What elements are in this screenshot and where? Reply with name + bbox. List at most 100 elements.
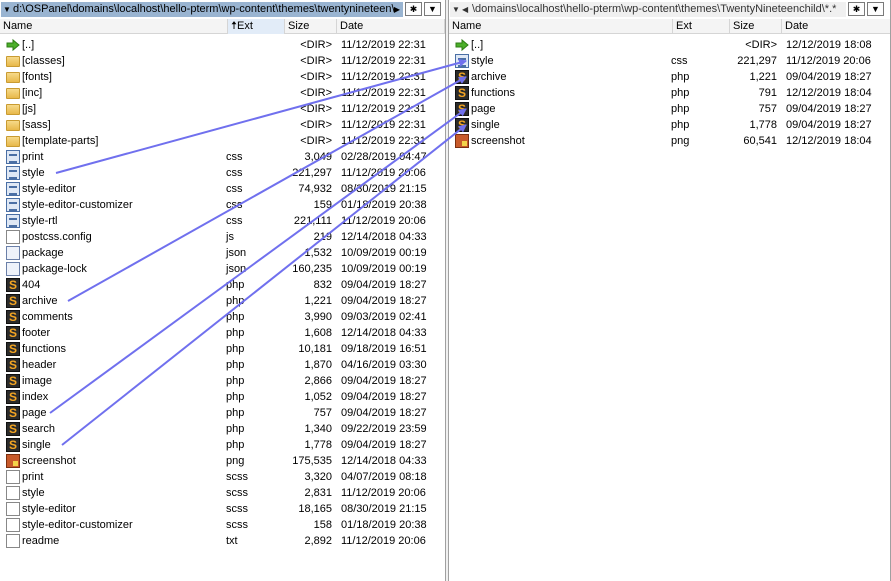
file-row[interactable]: print scss 3,320 04/07/2019 08:18: [0, 469, 445, 485]
column-date[interactable]: Date: [337, 19, 445, 34]
php-file-icon: S: [6, 310, 20, 324]
column-size[interactable]: Size: [285, 19, 337, 34]
column-ext-sorted[interactable]: 🠅Ext: [228, 19, 285, 34]
column-name[interactable]: Name: [449, 19, 673, 34]
file-row[interactable]: Sindex php 1,052 09/04/2019 18:27: [0, 389, 445, 405]
file-size: 221,297: [737, 55, 777, 67]
file-name: single: [471, 119, 500, 131]
php-file-icon: S: [455, 118, 469, 132]
folder-icon: [6, 120, 20, 131]
chevron-down-icon[interactable]: ▼: [3, 5, 13, 14]
file-row[interactable]: [..] <DIR> 11/12/2019 22:31: [0, 37, 445, 53]
file-row[interactable]: [fonts] <DIR> 11/12/2019 22:31: [0, 69, 445, 85]
file-size: 160,235: [292, 263, 332, 275]
file-row[interactable]: Sheader php 1,870 04/16/2019 03:30: [0, 357, 445, 373]
file-row[interactable]: [sass] <DIR> 11/12/2019 22:31: [0, 117, 445, 133]
file-row[interactable]: [..] <DIR> 12/12/2019 18:08: [449, 37, 890, 53]
right-path-bar: ▼ ◀ \domains\localhost\hello-pterm\wp-co…: [450, 1, 884, 17]
file-row[interactable]: style-rtl css 221,111 11/12/2019 20:06: [0, 213, 445, 229]
file-name: page: [471, 103, 496, 115]
file-row[interactable]: Sfunctions php 10,181 09/18/2019 16:51: [0, 341, 445, 357]
file-row[interactable]: style-editor-customizer css 159 01/18/2019 …: [0, 197, 445, 213]
file-ext: css: [226, 215, 243, 227]
file-ext: php: [226, 423, 245, 435]
file-row[interactable]: postcss.config js 219 12/14/2018 04:33: [0, 229, 445, 245]
column-name[interactable]: Name: [0, 19, 228, 34]
file-row[interactable]: Sfunctions php 791 12/12/2019 18:04: [449, 85, 890, 101]
file-name: style-rtl: [22, 215, 58, 227]
file-row[interactable]: Sfooter php 1,608 12/14/2018 04:33: [0, 325, 445, 341]
file-row[interactable]: Simage php 2,866 09/04/2019 18:27: [0, 373, 445, 389]
file-row[interactable]: Ssearch php 1,340 09/22/2019 23:59: [0, 421, 445, 437]
left-history-button[interactable]: ▼: [424, 2, 441, 16]
file-name: header: [22, 359, 57, 371]
file-ext: js: [226, 231, 234, 243]
file-date: 12/14/2018 04:33: [341, 231, 427, 243]
txt-file-icon: [6, 534, 20, 548]
left-favorites-button[interactable]: ✱: [405, 2, 422, 16]
file-ext: css: [226, 199, 243, 211]
file-date: 11/12/2019 22:31: [341, 39, 426, 51]
file-date: 10/09/2019 00:19: [341, 263, 427, 275]
file-size: <DIR>: [300, 71, 332, 83]
scss-file-icon: [6, 486, 20, 500]
file-ext: css: [226, 183, 243, 195]
file-row[interactable]: screenshot png 60,541 12/12/2019 18:04: [449, 133, 890, 149]
file-ext: php: [671, 103, 690, 115]
file-row[interactable]: style scss 2,831 11/12/2019 20:06: [0, 485, 445, 501]
file-row[interactable]: S 404 php 832 09/04/2019 18:27: [0, 277, 445, 293]
folder-icon: [6, 56, 20, 67]
file-row[interactable]: style css 221,297 11/12/2019 20:06: [0, 165, 445, 181]
file-name: functions: [471, 87, 516, 99]
column-date[interactable]: Date: [782, 19, 891, 34]
file-row[interactable]: package-lock json 160,235 10/09/2019 00:19: [0, 261, 445, 277]
file-size: <DIR>: [300, 39, 332, 51]
column-ext[interactable]: Ext: [673, 19, 730, 34]
left-path-field[interactable]: ▼ d:\OSPanel\domains\localhost\hello-pte…: [1, 1, 403, 17]
php-file-icon: S: [6, 422, 20, 436]
file-date: 12/12/2019 18:08: [786, 39, 872, 51]
json-file-icon: [6, 262, 20, 276]
file-size: 10,181: [298, 343, 332, 355]
file-row[interactable]: [js] <DIR> 11/12/2019 22:31: [0, 101, 445, 117]
file-row[interactable]: Sarchive php 1,221 09/04/2019 18:27: [449, 69, 890, 85]
right-history-button[interactable]: ▼: [867, 2, 884, 16]
file-name: [template-parts]: [22, 135, 99, 147]
file-date: 11/12/2019 22:31: [341, 119, 426, 131]
file-size: 60,541: [743, 135, 777, 147]
column-size[interactable]: Size: [730, 19, 782, 34]
file-row[interactable]: print css 3,049 02/28/2019 04:47: [0, 149, 445, 165]
php-file-icon: S: [455, 86, 469, 100]
right-file-list: [..] <DIR> 12/12/2019 18:08 style css 221,297…: [449, 37, 890, 149]
file-row[interactable]: screenshot png 175,535 12/14/2018 04:33: [0, 453, 445, 469]
file-row[interactable]: Spage php 757 09/04/2019 18:27: [449, 101, 890, 117]
file-name: style-editor-customizer: [22, 199, 133, 211]
file-row[interactable]: readme txt 2,892 11/12/2019 20:06: [0, 533, 445, 549]
file-row[interactable]: Ssingle php 1,778 09/04/2019 18:27: [0, 437, 445, 453]
file-name: single: [22, 439, 51, 451]
css-file-icon: [6, 182, 20, 196]
file-row[interactable]: package json 1,532 10/09/2019 00:19: [0, 245, 445, 261]
file-row[interactable]: style-editor css 74,932 08/30/2019 21:15: [0, 181, 445, 197]
file-name: print: [22, 151, 44, 163]
file-size: 1,221: [304, 295, 332, 307]
file-date: 04/07/2019 08:18: [341, 471, 427, 483]
file-ext: php: [226, 311, 245, 323]
right-path-field[interactable]: ▼ ◀ \domains\localhost\hello-pterm\wp-co…: [450, 1, 846, 17]
file-row[interactable]: [template-parts] <DIR> 11/12/2019 22:31: [0, 133, 445, 149]
file-row[interactable]: [classes] <DIR> 11/12/2019 22:31: [0, 53, 445, 69]
file-ext: php: [226, 375, 245, 387]
file-date: 09/04/2019 18:27: [341, 375, 427, 387]
php-file-icon: S: [6, 374, 20, 388]
file-row[interactable]: style-editor scss 18,165 08/30/2019 21:15: [0, 501, 445, 517]
file-row[interactable]: Sarchive php 1,221 09/04/2019 18:27: [0, 293, 445, 309]
png-file-icon: [455, 134, 469, 148]
file-row[interactable]: [inc] <DIR> 11/12/2019 22:31: [0, 85, 445, 101]
file-row[interactable]: Scomments php 3,990 09/03/2019 02:41: [0, 309, 445, 325]
file-row[interactable]: Spage php 757 09/04/2019 18:27: [0, 405, 445, 421]
file-row[interactable]: Ssingle php 1,778 09/04/2019 18:27: [449, 117, 890, 133]
file-row[interactable]: style-editor-customizer scss 158 01/18/2019…: [0, 517, 445, 533]
right-favorites-button[interactable]: ✱: [848, 2, 865, 16]
file-row[interactable]: style css 221,297 11/12/2019 20:06: [449, 53, 890, 69]
chevron-down-icon[interactable]: ▼: [452, 5, 462, 14]
